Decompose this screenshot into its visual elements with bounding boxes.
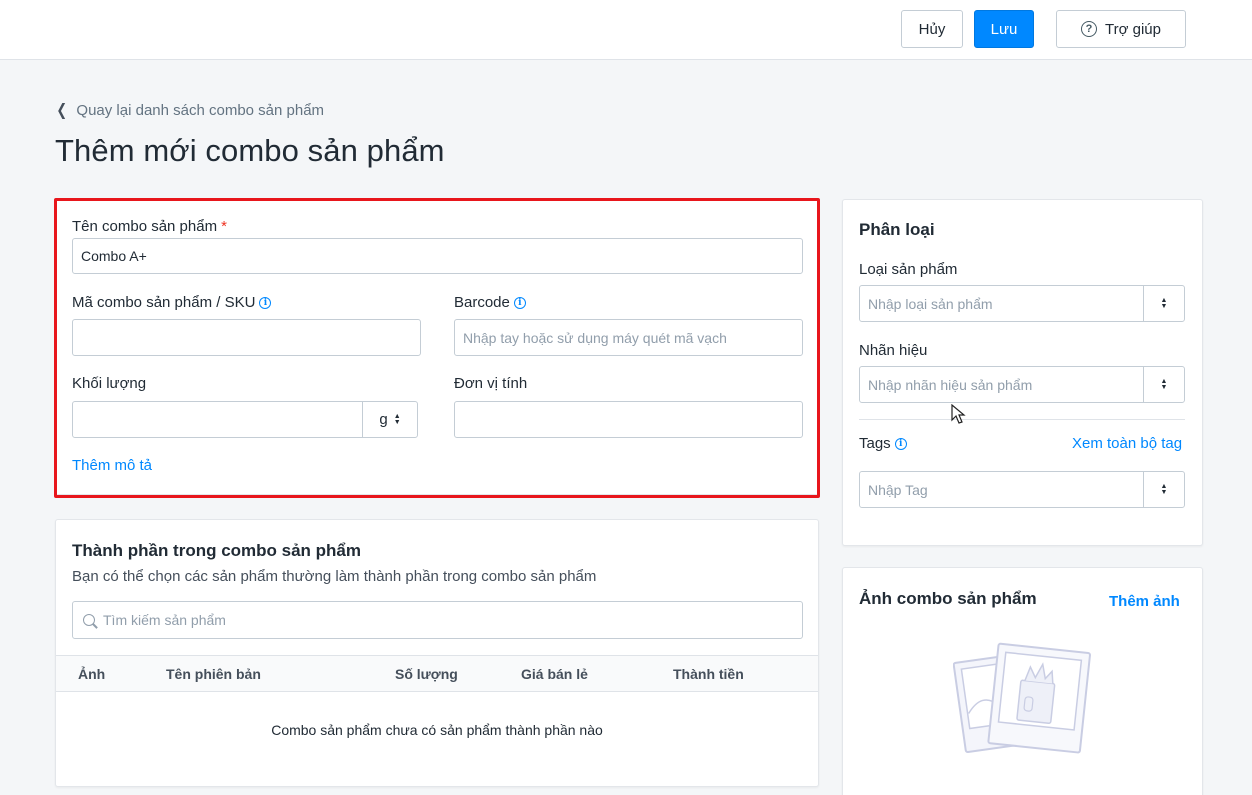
divider [859,419,1185,420]
product-type-select[interactable]: Nhập loại sản phẩm ▲ ▼ [859,285,1185,322]
sku-input[interactable] [72,319,421,356]
save-label: Lưu [990,20,1018,38]
brand-select[interactable]: Nhập nhãn hiệu sản phẩm ▲ ▼ [859,366,1185,403]
sku-label-text: Mã combo sản phẩm / SKU [72,294,256,311]
sku-field-label: Mã combo sản phẩm / SKU i [72,294,272,311]
tags-placeholder: Nhập Tag [868,481,928,498]
column-header: Giá bán lẻ [521,666,588,682]
weight-field-label: Khối lượng [72,375,147,392]
components-table-header: Ảnh Tên phiên bản Số lượng Giá bán lẻ Th… [56,655,818,692]
question-icon: ? [1081,21,1098,37]
sort-arrows-icon: ▲ ▼ [1143,286,1184,321]
column-header: Ảnh [78,666,106,682]
sort-arrows-icon: ▲ ▼ [1143,472,1184,507]
images-card: Ảnh combo sản phẩm Thêm ảnh [842,567,1203,795]
save-button[interactable]: Lưu [974,10,1034,48]
cancel-button[interactable]: Hủy [901,10,963,48]
view-all-tags-link[interactable]: Xem toàn bộ tag [1072,435,1182,452]
column-header: Số lượng [395,666,458,682]
top-bar: Hủy Lưu ? Trợ giúp [0,0,1252,60]
classification-title: Phân loại [859,220,935,239]
images-title: Ảnh combo sản phẩm [859,589,1037,608]
column-header: Tên phiên bản [166,666,261,682]
sort-arrows-icon: ▲ ▼ [393,412,401,426]
empty-components-message: Combo sản phẩm chưa có sản phẩm thành ph… [271,722,603,738]
back-link-label: Quay lại danh sách combo sản phẩm [76,101,325,119]
search-icon [83,614,95,626]
add-description-link[interactable]: Thêm mô tả [72,457,152,474]
cancel-label: Hủy [918,20,946,38]
search-placeholder: Tìm kiếm sản phẩm [103,612,226,628]
combo-name-input[interactable]: Combo A+ [72,238,803,274]
barcode-field-label: Barcode i [454,294,526,311]
name-label-text: Tên combo sản phẩm [72,218,218,235]
combo-info-card: Tên combo sản phẩm * Combo A+ Mã combo s… [55,199,819,495]
brand-label: Nhãn hiệu [859,342,928,359]
info-icon[interactable]: i [894,437,907,450]
components-title: Thành phần trong combo sản phẩm [72,541,361,560]
info-icon[interactable]: i [259,296,272,309]
classification-card: Phân loại Loại sản phẩm Nhập loại sản ph… [842,199,1203,546]
photo-placeholder-icon [953,642,1091,754]
product-search-input[interactable]: Tìm kiếm sản phẩm [72,601,803,639]
back-link[interactable]: ❮ Quay lại danh sách combo sản phẩm [55,100,324,120]
tags-label: Tags i [859,435,907,452]
required-mark: * [221,218,227,235]
unit-field-label: Đơn vị tính [454,375,528,392]
help-label: Trợ giúp [1105,20,1161,38]
column-header: Thành tiền [673,666,744,682]
brand-placeholder: Nhập nhãn hiệu sản phẩm [868,376,1033,393]
tags-input[interactable]: Nhập Tag ▲ ▼ [859,471,1185,508]
weight-unit-select[interactable]: g ▲ ▼ [362,402,417,437]
weight-input[interactable]: g ▲ ▼ [72,401,418,438]
chevron-left-icon: ❮ [56,102,68,119]
components-card: Thành phần trong combo sản phẩm Bạn có t… [55,519,819,787]
page-title: Thêm mới combo sản phẩm [55,133,445,168]
product-type-placeholder: Nhập loại sản phẩm [868,295,993,312]
name-field-label: Tên combo sản phẩm * [72,218,227,235]
help-button[interactable]: ? Trợ giúp [1056,10,1186,48]
components-subtitle: Bạn có thể chọn các sản phẩm thường làm … [72,568,597,585]
mouse-cursor-icon [951,404,966,424]
unit-input[interactable] [454,401,803,438]
add-image-link[interactable]: Thêm ảnh [1109,593,1180,610]
weight-unit-value: g [379,411,388,428]
barcode-input[interactable]: Nhập tay hoặc sử dụng máy quét mã vạch [454,319,803,356]
tags-label-text: Tags [859,435,891,452]
sort-arrows-icon: ▲ ▼ [1143,367,1184,402]
barcode-label-text: Barcode [454,294,510,311]
product-type-label: Loại sản phẩm [859,261,958,278]
info-icon[interactable]: i [513,296,526,309]
